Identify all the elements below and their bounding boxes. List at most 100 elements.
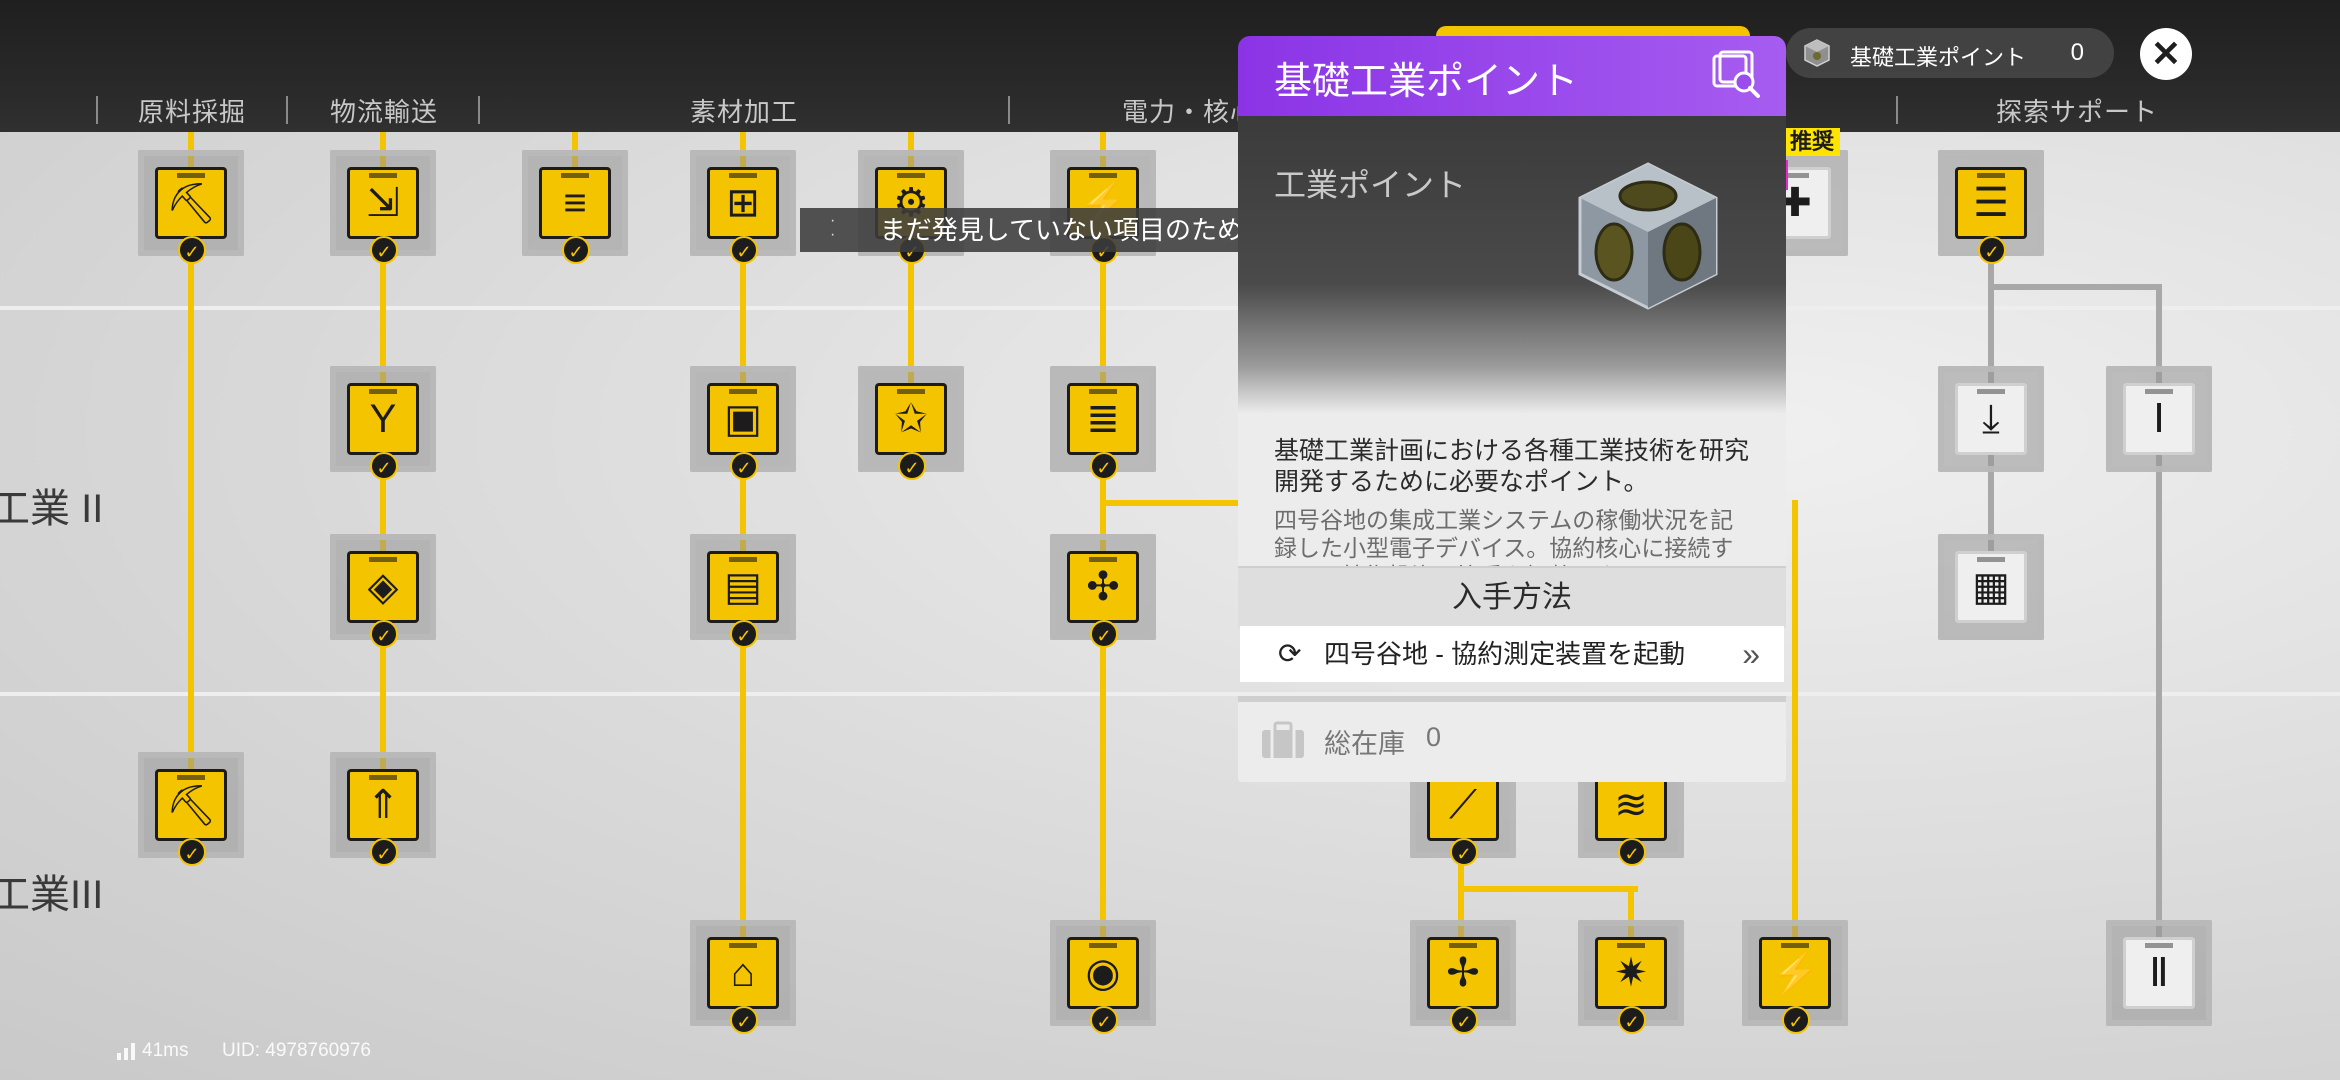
column-header-material-processing: 素材加工 <box>690 97 799 127</box>
drill-3-icon: ⛏ <box>165 783 217 828</box>
package-icon: ✩ <box>894 397 928 441</box>
signal-icon <box>117 1043 135 1060</box>
inventory-icon <box>1262 721 1304 758</box>
spark-icon: ✷ <box>1614 951 1648 995</box>
tech-node-filler[interactable]: ▣ ✓ <box>690 366 796 480</box>
relay-icon: ✣ <box>1086 565 1120 609</box>
check-icon: ✓ <box>370 236 398 264</box>
acquisition-route-button[interactable]: ⟳ 四号谷地 - 協約測定装置を起動 » <box>1240 626 1784 682</box>
close-icon: ✕ <box>2150 33 2182 74</box>
conveyor-icon: ⇲ <box>366 181 400 225</box>
item-detail-popup: 基礎工業ポイント 工業ポイント 基礎工業計画における各種工業技術を研究開発するた… <box>1238 36 1786 782</box>
check-icon: ✓ <box>1090 620 1118 648</box>
inventory-row: 総在庫 0 <box>1238 696 1786 782</box>
check-icon: ✓ <box>1782 1006 1810 1034</box>
tier-label-industry-3: 工業III <box>0 873 104 917</box>
industrial-point-cube-icon <box>1804 39 1830 67</box>
tech-node-mining-2[interactable]: ⛏ ✓ <box>138 150 244 264</box>
check-icon: ✓ <box>730 236 758 264</box>
tech-node-power-2[interactable]: ≣ ✓ <box>1050 366 1156 480</box>
tech-node-turbine[interactable]: ✢ ✓ <box>1410 920 1516 1034</box>
popup-category: 工業ポイント <box>1274 167 1467 203</box>
points-value: 0 <box>2070 39 2084 66</box>
beacon-icon: ▦ <box>1972 565 2010 609</box>
tech-node-relay[interactable]: ✣ ✓ <box>1050 534 1156 648</box>
tree-connector <box>1988 284 2160 290</box>
industrial-point-cube-icon <box>1578 162 1718 310</box>
chevron-up-icon: ⇑ <box>366 783 400 827</box>
acquisition-header: 入手方法 <box>1238 566 1786 628</box>
industry-points-counter[interactable]: 基礎工業ポイント 0 <box>1786 28 2114 78</box>
popup-body: 工業ポイント 基礎工業計画における各種工業技術を研究開発するために必要なポイント… <box>1238 116 1786 596</box>
check-icon: ✓ <box>1090 1006 1118 1034</box>
tech-node-exploration-2[interactable]: ⤓ <box>1938 366 2044 472</box>
popup-description: 基礎工業計画における各種工業技術を研究開発するために必要なポイント。 <box>1274 437 1750 496</box>
acquisition-route-label: 四号谷地 - 協約測定装置を起動 <box>1324 639 1686 669</box>
check-icon: ✓ <box>1450 838 1478 866</box>
search-icon[interactable] <box>1710 50 1764 100</box>
tech-node-elevator[interactable]: ⇑ ✓ <box>330 752 436 866</box>
tech-node-tower-2[interactable]: Ⅱ <box>2106 920 2212 1026</box>
antenna-icon: ◉ <box>1085 951 1121 995</box>
tech-node-refining-1[interactable]: ⊞ ✓ <box>690 150 796 264</box>
column-header-power-core: 電力・核心 <box>1122 97 1258 127</box>
layers-icon: ◈ <box>367 565 399 609</box>
tech-node-transmitter[interactable]: ◉ ✓ <box>1050 920 1156 1034</box>
check-icon: ✓ <box>1978 236 2006 264</box>
tech-node-storage-1[interactable]: ≡ ✓ <box>522 150 628 264</box>
check-icon: ✓ <box>178 838 206 866</box>
check-icon: ✓ <box>370 838 398 866</box>
factory-icon: ⌂ <box>730 950 756 995</box>
tech-node-exploration-1[interactable]: ☰ ✓ <box>1938 150 2044 264</box>
column-separator <box>1008 96 1010 124</box>
column-header-logistics: 物流輸送 <box>330 97 439 127</box>
popup-header: 基礎工業ポイント <box>1238 36 1786 116</box>
tech-node-charger[interactable]: ⚡ ✓ <box>1742 920 1848 1034</box>
column-separator <box>1896 96 1898 124</box>
check-icon: ✓ <box>562 236 590 264</box>
tower-1-icon: Ⅰ <box>2153 397 2165 441</box>
drill-icon: ⛏ <box>165 181 217 226</box>
check-icon: ✓ <box>1618 838 1646 866</box>
column-header-raw-mining: 原料採掘 <box>138 97 247 127</box>
check-icon: ✓ <box>730 452 758 480</box>
refinery-icon: ⊞ <box>726 181 760 225</box>
tower-2-icon: Ⅱ <box>2149 951 2169 995</box>
tech-node-beacon[interactable]: ▦ <box>1938 534 2044 640</box>
check-icon: ✓ <box>370 620 398 648</box>
points-label: 基礎工業ポイント <box>1850 45 2027 70</box>
check-icon: ✓ <box>898 452 926 480</box>
tech-node-splitter[interactable]: Y ✓ <box>330 366 436 480</box>
signpost-icon: ☰ <box>1973 181 2009 225</box>
check-icon: ✓ <box>1090 452 1118 480</box>
tech-node-factory[interactable]: ⌂ ✓ <box>690 920 796 1034</box>
tech-node-logistics-1[interactable]: ⇲ ✓ <box>330 150 436 264</box>
tech-tree-screen: 原料採掘 物流輸送 素材加工 電力・核心 探索サポート 工業 II 工業III … <box>0 0 2340 1080</box>
tech-node-mining-3[interactable]: ⛏ ✓ <box>138 752 244 866</box>
tech-node-furnace[interactable]: ▤ ✓ <box>690 534 796 648</box>
tech-node-spark[interactable]: ✷ ✓ <box>1578 920 1684 1034</box>
check-icon: ✓ <box>730 620 758 648</box>
chevron-right-icon: » <box>1742 636 1760 672</box>
tree-connector <box>1792 500 1798 970</box>
close-button[interactable]: ✕ <box>2140 28 2192 80</box>
tech-node-packager[interactable]: ✩ ✓ <box>858 366 964 480</box>
check-icon: ✓ <box>730 1006 758 1034</box>
turbine-icon: ✢ <box>1446 951 1480 995</box>
ping-readout: 41ms <box>142 1040 189 1061</box>
tech-node-exploration-3[interactable]: Ⅰ <box>2106 366 2212 472</box>
tech-node-layers[interactable]: ◈ ✓ <box>330 534 436 648</box>
check-icon: ✓ <box>178 236 206 264</box>
tier-label-industry-2: 工業 II <box>0 487 104 531</box>
toast-decor: ·· <box>830 212 836 243</box>
tier-divider <box>0 692 2340 696</box>
lightning-icon: ⚡ <box>1770 951 1820 996</box>
column-separator <box>478 96 480 124</box>
check-icon: ✓ <box>1450 1006 1478 1034</box>
stock-label: 総在庫 <box>1324 729 1405 759</box>
stock-value: 0 <box>1426 722 1442 752</box>
column-separator <box>96 96 98 124</box>
column-header-exploration-support: 探索サポート <box>1996 97 2159 127</box>
popup-title: 基礎工業ポイント <box>1274 61 1579 103</box>
splitter-icon: Y <box>369 396 397 441</box>
